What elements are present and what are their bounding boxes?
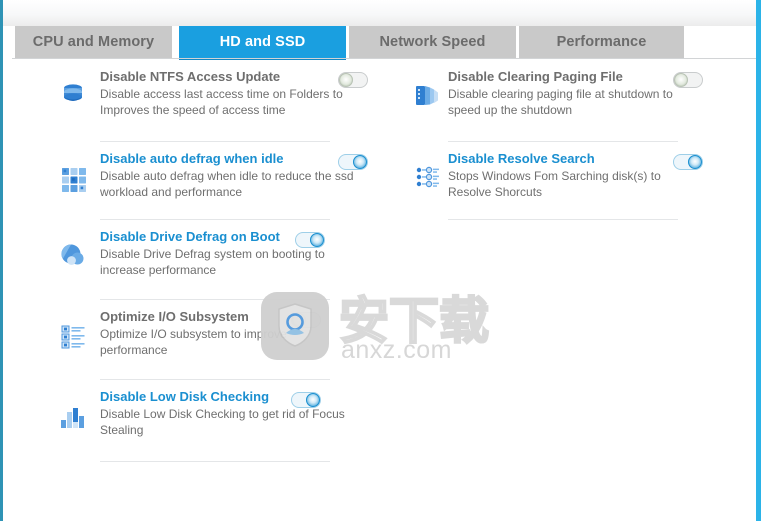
setting-title: Disable NTFS Access Update — [100, 69, 281, 84]
setting-title: Disable Resolve Search — [448, 151, 595, 166]
setting-row-disable-ntfs-access-update[interactable]: Disable NTFS Access Update Disable acces… — [48, 60, 400, 142]
toggle-knob — [353, 155, 367, 169]
setting-text-block: Optimize I/O Subsystem Optimize I/O subs… — [100, 308, 400, 358]
setting-description: Optimize I/O subsystem to improve perfor… — [100, 327, 287, 357]
setting-title: Disable Drive Defrag on Boot — [100, 229, 280, 244]
setting-description: Disable Low Disk Checking to get rid of … — [100, 407, 345, 437]
setting-text-block: Disable Resolve Search Stops Windows Fom… — [448, 150, 748, 200]
application-window: CPU and Memory HD and SSD Network Speed … — [0, 0, 761, 521]
setting-text-block: Disable Low Disk Checking Disable Low Di… — [100, 388, 400, 438]
toggle-knob — [674, 73, 688, 87]
toggle-disable-auto-defrag-when-idle[interactable] — [338, 154, 368, 170]
tab-hd-and-ssd[interactable]: HD and SSD — [179, 26, 346, 62]
setting-row-disable-auto-defrag-when-idle[interactable]: Disable auto defrag when idle Disable au… — [48, 142, 400, 220]
setting-description: Disable access last access time on Folde… — [100, 87, 343, 117]
toggle-knob — [292, 313, 306, 327]
setting-description: Disable clearing paging file at shutdown… — [448, 87, 673, 117]
setting-row-disable-drive-defrag-on-boot[interactable]: Disable Drive Defrag on Boot Disable Dri… — [48, 220, 400, 300]
setting-description: Disable auto defrag when idle to reduce … — [100, 169, 354, 199]
setting-text-block: Disable Drive Defrag on Boot Disable Dri… — [100, 228, 400, 278]
toggle-disable-drive-defrag-on-boot[interactable] — [295, 232, 325, 248]
setting-row-optimize-io-subsystem[interactable]: Optimize I/O Subsystem Optimize I/O subs… — [48, 300, 400, 380]
resolve-search-icon — [411, 160, 445, 194]
window-right-edge — [756, 0, 761, 521]
tab-bar: CPU and Memory HD and SSD Network Speed … — [3, 26, 756, 62]
settings-column-right: Disable Clearing Paging File Disable cle… — [403, 60, 755, 220]
hd-and-ssd-panel: Disable NTFS Access Update Disable acces… — [3, 60, 756, 521]
disk-spheres-icon — [56, 238, 90, 272]
defrag-grid-icon — [56, 160, 90, 194]
row-divider — [448, 219, 678, 220]
toggle-knob — [306, 393, 320, 407]
tab-performance[interactable]: Performance — [519, 26, 684, 59]
setting-description: Disable Drive Defrag system on booting t… — [100, 247, 325, 277]
detail-list-icon — [56, 318, 90, 352]
setting-text-block: Disable Clearing Paging File Disable cle… — [448, 68, 748, 118]
setting-title: Disable Clearing Paging File — [448, 69, 623, 84]
paging-file-icon — [411, 78, 445, 112]
settings-column-left: Disable NTFS Access Update Disable acces… — [48, 60, 400, 462]
toggle-optimize-io-subsystem[interactable] — [291, 312, 321, 328]
title-bar — [3, 0, 756, 26]
toggle-disable-resolve-search[interactable] — [673, 154, 703, 170]
bar-chart-icon — [56, 398, 90, 432]
tab-cpu-and-memory[interactable]: CPU and Memory — [15, 26, 172, 59]
setting-row-disable-low-disk-checking[interactable]: Disable Low Disk Checking Disable Low Di… — [48, 380, 400, 462]
toggle-disable-low-disk-checking[interactable] — [291, 392, 321, 408]
tab-network-speed[interactable]: Network Speed — [349, 26, 516, 59]
toggle-knob — [688, 155, 702, 169]
setting-title: Disable Low Disk Checking — [100, 389, 270, 404]
setting-title: Optimize I/O Subsystem — [100, 309, 249, 324]
setting-title: Disable auto defrag when idle — [100, 151, 284, 166]
setting-description: Stops Windows Fom Sarching disk(s) to Re… — [448, 169, 661, 199]
toggle-disable-ntfs-access-update[interactable] — [338, 72, 368, 88]
row-divider — [100, 461, 330, 462]
toggle-knob — [339, 73, 353, 87]
toggle-knob — [310, 233, 324, 247]
setting-row-disable-clearing-paging-file[interactable]: Disable Clearing Paging File Disable cle… — [403, 60, 755, 142]
setting-row-disable-resolve-search[interactable]: Disable Resolve Search Stops Windows Fom… — [403, 142, 755, 220]
stacked-disks-icon — [56, 78, 90, 112]
tab-strip-underline — [12, 58, 756, 59]
toggle-disable-clearing-paging-file[interactable] — [673, 72, 703, 88]
